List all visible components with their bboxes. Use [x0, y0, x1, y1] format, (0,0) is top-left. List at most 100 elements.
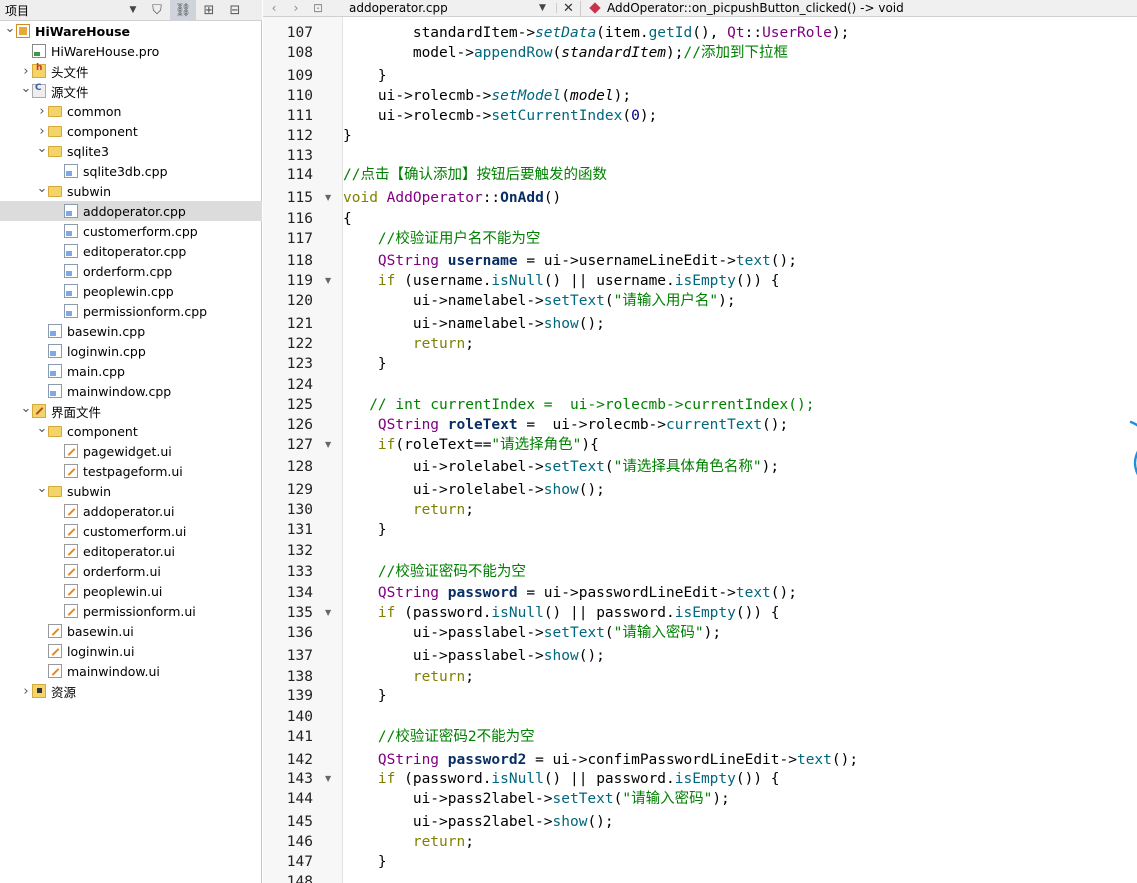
tree-item[interactable]: ⌄ subwin — [0, 481, 262, 501]
code-line: //校验证密码2不能为空 — [377, 729, 535, 745]
line-number: 121 — [286, 316, 313, 332]
tree-item[interactable]: loginwin.cpp — [0, 341, 262, 361]
line-number: 141 — [286, 729, 313, 745]
line-number: 118 — [286, 253, 313, 269]
line-number: 137 — [286, 648, 313, 664]
tree-item[interactable]: peoplewin.cpp — [0, 281, 262, 301]
code-area[interactable]: standardItem->setData(item.getId(), Qt::… — [343, 17, 1137, 883]
tree-item-label: 头文件 — [51, 64, 89, 80]
line-number: 138 — [286, 669, 313, 685]
tree-item[interactable]: editoperator.ui — [0, 541, 262, 561]
tree-item[interactable]: addoperator.cpp — [0, 201, 262, 221]
chevron-right-icon[interactable]: › — [20, 681, 32, 701]
tree-item[interactable]: permissionform.cpp — [0, 301, 262, 321]
tree-item[interactable]: mainwindow.ui — [0, 661, 262, 681]
tree-item[interactable]: HiWareHouse.pro — [0, 41, 262, 61]
tree-item[interactable]: pagewidget.ui — [0, 441, 262, 461]
chevron-right-icon[interactable]: › — [36, 101, 48, 121]
function-selector[interactable]: AddOperator::on_picpushButton_clicked() … — [607, 1, 904, 15]
fold-marker-icon[interactable]: ▼ — [325, 769, 335, 789]
chevron-down-icon[interactable]: ⌄ — [4, 18, 16, 38]
tree-item[interactable]: ⌄ sqlite3 — [0, 141, 262, 161]
file-icon — [64, 164, 78, 178]
tree-item[interactable]: ⌄ HiWareHouse — [0, 21, 262, 41]
file-icon — [48, 344, 62, 358]
fold-marker-icon[interactable]: ▼ — [325, 271, 335, 291]
tree-item-label: permissionform.ui — [83, 603, 196, 619]
tree-item-label: sqlite3db.cpp — [83, 163, 168, 179]
file-dropdown-icon[interactable]: ▼ — [529, 3, 557, 13]
code-line: return; — [412, 336, 474, 352]
tree-item-label: loginwin.ui — [67, 643, 135, 659]
tree-item[interactable]: basewin.ui — [0, 621, 262, 641]
tree-item[interactable]: loginwin.ui — [0, 641, 262, 661]
chevron-down-icon[interactable]: ⌄ — [36, 418, 48, 438]
tree-item-label: common — [67, 103, 122, 119]
fold-marker-icon[interactable]: ▼ — [325, 188, 335, 208]
back-icon[interactable]: ‹ — [263, 1, 285, 15]
close-icon[interactable]: ✕ — [557, 0, 581, 16]
tree-item[interactable]: mainwindow.cpp — [0, 381, 262, 401]
code-line: } — [343, 854, 387, 870]
forward-icon[interactable]: › — [285, 1, 307, 15]
tree-item[interactable]: basewin.cpp — [0, 321, 262, 341]
code-line: QString roleText = ui->rolecmb->currentT… — [377, 417, 789, 433]
tree-item-label: testpageform.ui — [83, 463, 183, 479]
tree-item[interactable]: › 资源 — [0, 681, 262, 701]
code-line: ui->pass2label->show(); — [343, 814, 614, 830]
tree-item-label: permissionform.cpp — [83, 303, 208, 319]
chevron-down-icon[interactable]: ⌄ — [36, 478, 48, 498]
tree-item[interactable]: orderform.cpp — [0, 261, 262, 281]
tree-item[interactable]: customerform.cpp — [0, 221, 262, 241]
tree-item-label: orderform.cpp — [83, 263, 173, 279]
file-icon — [64, 304, 78, 318]
code-line: QString username = ui->usernameLineEdit-… — [377, 253, 797, 269]
ui-icon — [64, 444, 78, 458]
line-number: 117 — [286, 231, 313, 247]
filter-icon[interactable]: ⛉ — [144, 0, 170, 21]
line-number: 140 — [286, 709, 313, 725]
code-line: QString password2 = ui->confimPasswordLi… — [377, 752, 859, 768]
tree-item-label: customerform.cpp — [83, 223, 198, 239]
tree-item[interactable]: customerform.ui — [0, 521, 262, 541]
folder-icon — [48, 106, 62, 117]
tree-item[interactable]: orderform.ui — [0, 561, 262, 581]
folder-icon — [48, 426, 62, 437]
code-line: ui->passlabel->setText("请输入密码"); — [343, 625, 722, 641]
line-number: 115 — [286, 190, 313, 206]
chevron-down-icon[interactable]: ⌄ — [20, 398, 32, 418]
tree-item[interactable]: main.cpp — [0, 361, 262, 381]
tree-item[interactable]: editoperator.cpp — [0, 241, 262, 261]
line-number: 139 — [286, 688, 313, 704]
chevron-down-icon[interactable]: ⌄ — [36, 178, 48, 198]
line-number: 107 — [286, 25, 313, 41]
link-icon[interactable]: ⛓ — [170, 0, 196, 21]
tree-item[interactable]: ⌄ 源文件 — [0, 81, 262, 101]
code-line: standardItem->setData(item.getId(), Qt::… — [343, 25, 850, 41]
code-line: // int currentIndex = ui->rolecmb->curre… — [369, 397, 815, 413]
chevron-down-icon[interactable]: ⌄ — [36, 138, 48, 158]
line-number: 131 — [286, 522, 313, 538]
code-line: return; — [412, 669, 474, 685]
project-sidebar: 项目 ▼ ⛉ ⛓ ⊞ ⊟ ⌄ HiWareHouse HiWareHouse.pro… — [0, 0, 262, 883]
tree-item[interactable]: permissionform.ui — [0, 601, 262, 621]
split-icon[interactable]: ⊞ — [196, 0, 222, 21]
tree-item[interactable]: › common — [0, 101, 262, 121]
tree-item[interactable]: ⌄ subwin — [0, 181, 262, 201]
fold-marker-icon[interactable]: ▼ — [325, 435, 335, 455]
chevron-down-icon[interactable]: ▼ — [122, 5, 144, 15]
tree-item[interactable]: ⌄ component — [0, 421, 262, 441]
file-tab[interactable]: addoperator.cpp — [329, 1, 529, 15]
tree-item[interactable]: peoplewin.ui — [0, 581, 262, 601]
close-sidebar-icon[interactable]: ⊟ — [222, 0, 248, 21]
tree-item[interactable]: addoperator.ui — [0, 501, 262, 521]
fold-marker-icon[interactable]: ▼ — [325, 603, 335, 623]
chevron-down-icon[interactable]: ⌄ — [20, 78, 32, 98]
line-number: 112 — [286, 128, 313, 144]
tree-item[interactable]: ›头文件 — [0, 61, 262, 81]
